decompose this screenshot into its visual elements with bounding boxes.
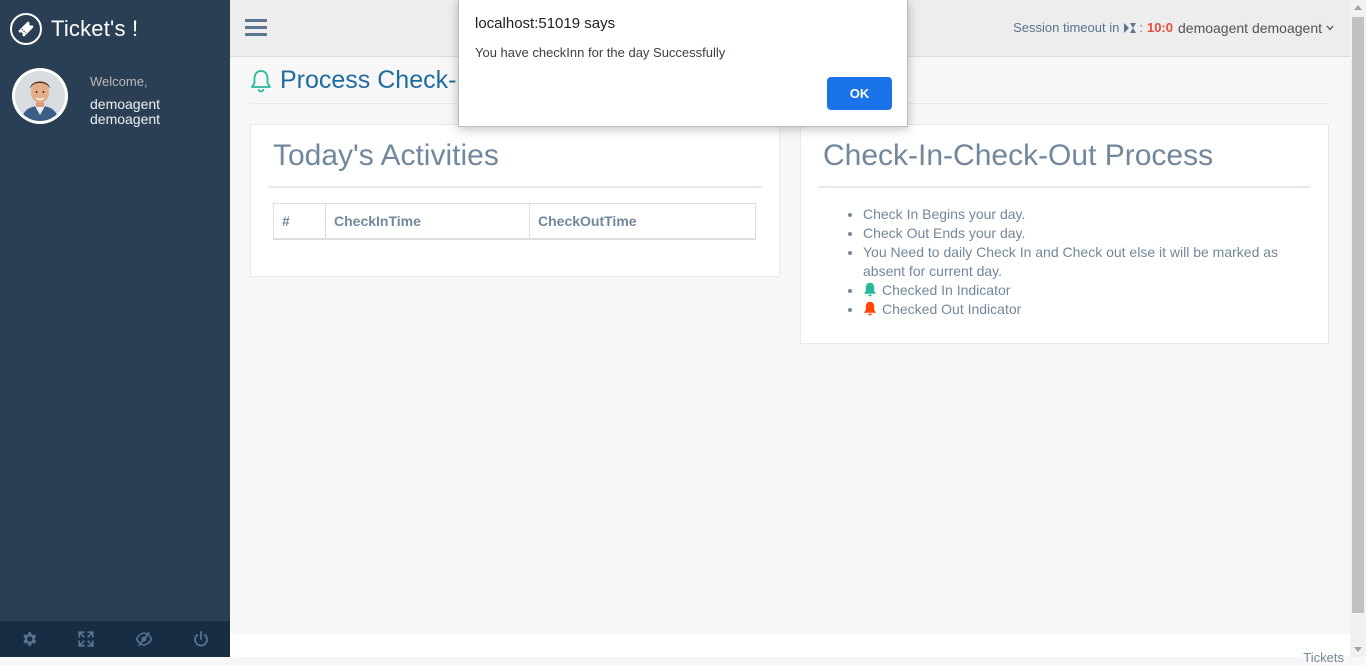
brand-name: Ticket's ! [51,16,139,41]
settings-button[interactable] [0,621,58,657]
fullscreen-button[interactable] [58,621,116,657]
panel-title: Check-In-Check-Out Process [823,139,1214,172]
list-item-text: You Need to daily Check In and Check out… [863,244,1279,279]
list-item: Checked Out Indicator [863,300,1303,319]
divider [268,186,762,188]
process-list: Check In Begins your day. Check Out Ends… [863,205,1303,319]
list-item-text: Check In Begins your day. [863,206,1026,222]
scroll-down-arrow-icon[interactable] [1354,647,1362,652]
list-item-text: Check Out Ends your day. [863,225,1026,241]
menu-toggle-button[interactable] [245,16,267,40]
sidebar-footer [0,621,230,657]
hamburger-icon-bar [245,33,267,36]
hamburger-icon-bar [245,26,267,29]
checked-in-bell-icon [864,282,876,297]
session-timeout: Session timeout in : 10:0 [1013,20,1173,35]
ok-button[interactable]: OK [827,77,892,110]
session-separator: : [1139,20,1143,35]
footer: Tickets [230,634,1350,665]
welcome-text: Welcome, [90,74,148,89]
alert-dialog: localhost:51019 says You have checkInn f… [458,0,908,127]
user-menu-dropdown[interactable]: demoagent demoagent [1178,20,1334,36]
table-header-row: # CheckInTime CheckOutTime [273,203,756,240]
list-item: Checked In Indicator [863,281,1303,300]
brand[interactable]: Ticket's ! [10,11,138,47]
scroll-up-arrow-icon[interactable] [1354,5,1362,10]
hourglass-icon [1124,22,1137,33]
process-panel: Check-In-Check-Out Process Check In Begi… [800,124,1329,344]
lock-screen-button[interactable] [115,621,173,657]
power-icon [194,630,209,647]
divider [818,186,1311,188]
page-title-text: Process Check-I [280,66,464,94]
list-item: You Need to daily Check In and Check out… [863,243,1303,281]
user-menu-label: demoagent demoagent [1178,20,1322,36]
column-header-checkout[interactable]: CheckOutTime [529,203,756,240]
todays-activities-panel: Today's Activities # CheckInTime CheckOu… [250,124,780,277]
sidebar: Ticket's ! Welcome, demoagent demoagent [0,0,230,657]
avatar [12,68,68,124]
scrollbar[interactable] [1350,0,1366,657]
column-header-checkin[interactable]: CheckInTime [325,203,530,240]
checked-out-bell-icon [864,301,876,316]
logout-button[interactable] [173,621,231,657]
bell-icon [251,69,271,92]
hamburger-icon [245,19,267,22]
dialog-message: You have checkInn for the day Successful… [475,45,726,60]
footer-text: Tickets [1303,650,1344,665]
eye-slash-icon [135,631,153,647]
chevron-down-icon [1326,25,1334,31]
dialog-title: localhost:51019 says [475,15,616,32]
activities-table: # CheckInTime CheckOutTime [273,203,756,240]
page-title: Process Check-I [250,66,463,95]
scroll-thumb[interactable] [1352,17,1364,613]
list-item: Check In Begins your day. [863,205,1303,224]
column-header-index[interactable]: # [273,203,326,240]
session-label: Session timeout in [1013,20,1120,35]
session-timer: 10:0 [1146,20,1173,35]
list-item: Check Out Ends your day. [863,224,1303,243]
gear-icon [23,632,36,646]
list-item-text: Checked In Indicator [882,282,1011,298]
list-item-text: Checked Out Indicator [882,301,1022,317]
username: demoagent demoagent [90,96,161,127]
fullscreen-icon [78,631,95,647]
ticket-icon [10,13,42,45]
panel-title: Today's Activities [273,139,499,172]
